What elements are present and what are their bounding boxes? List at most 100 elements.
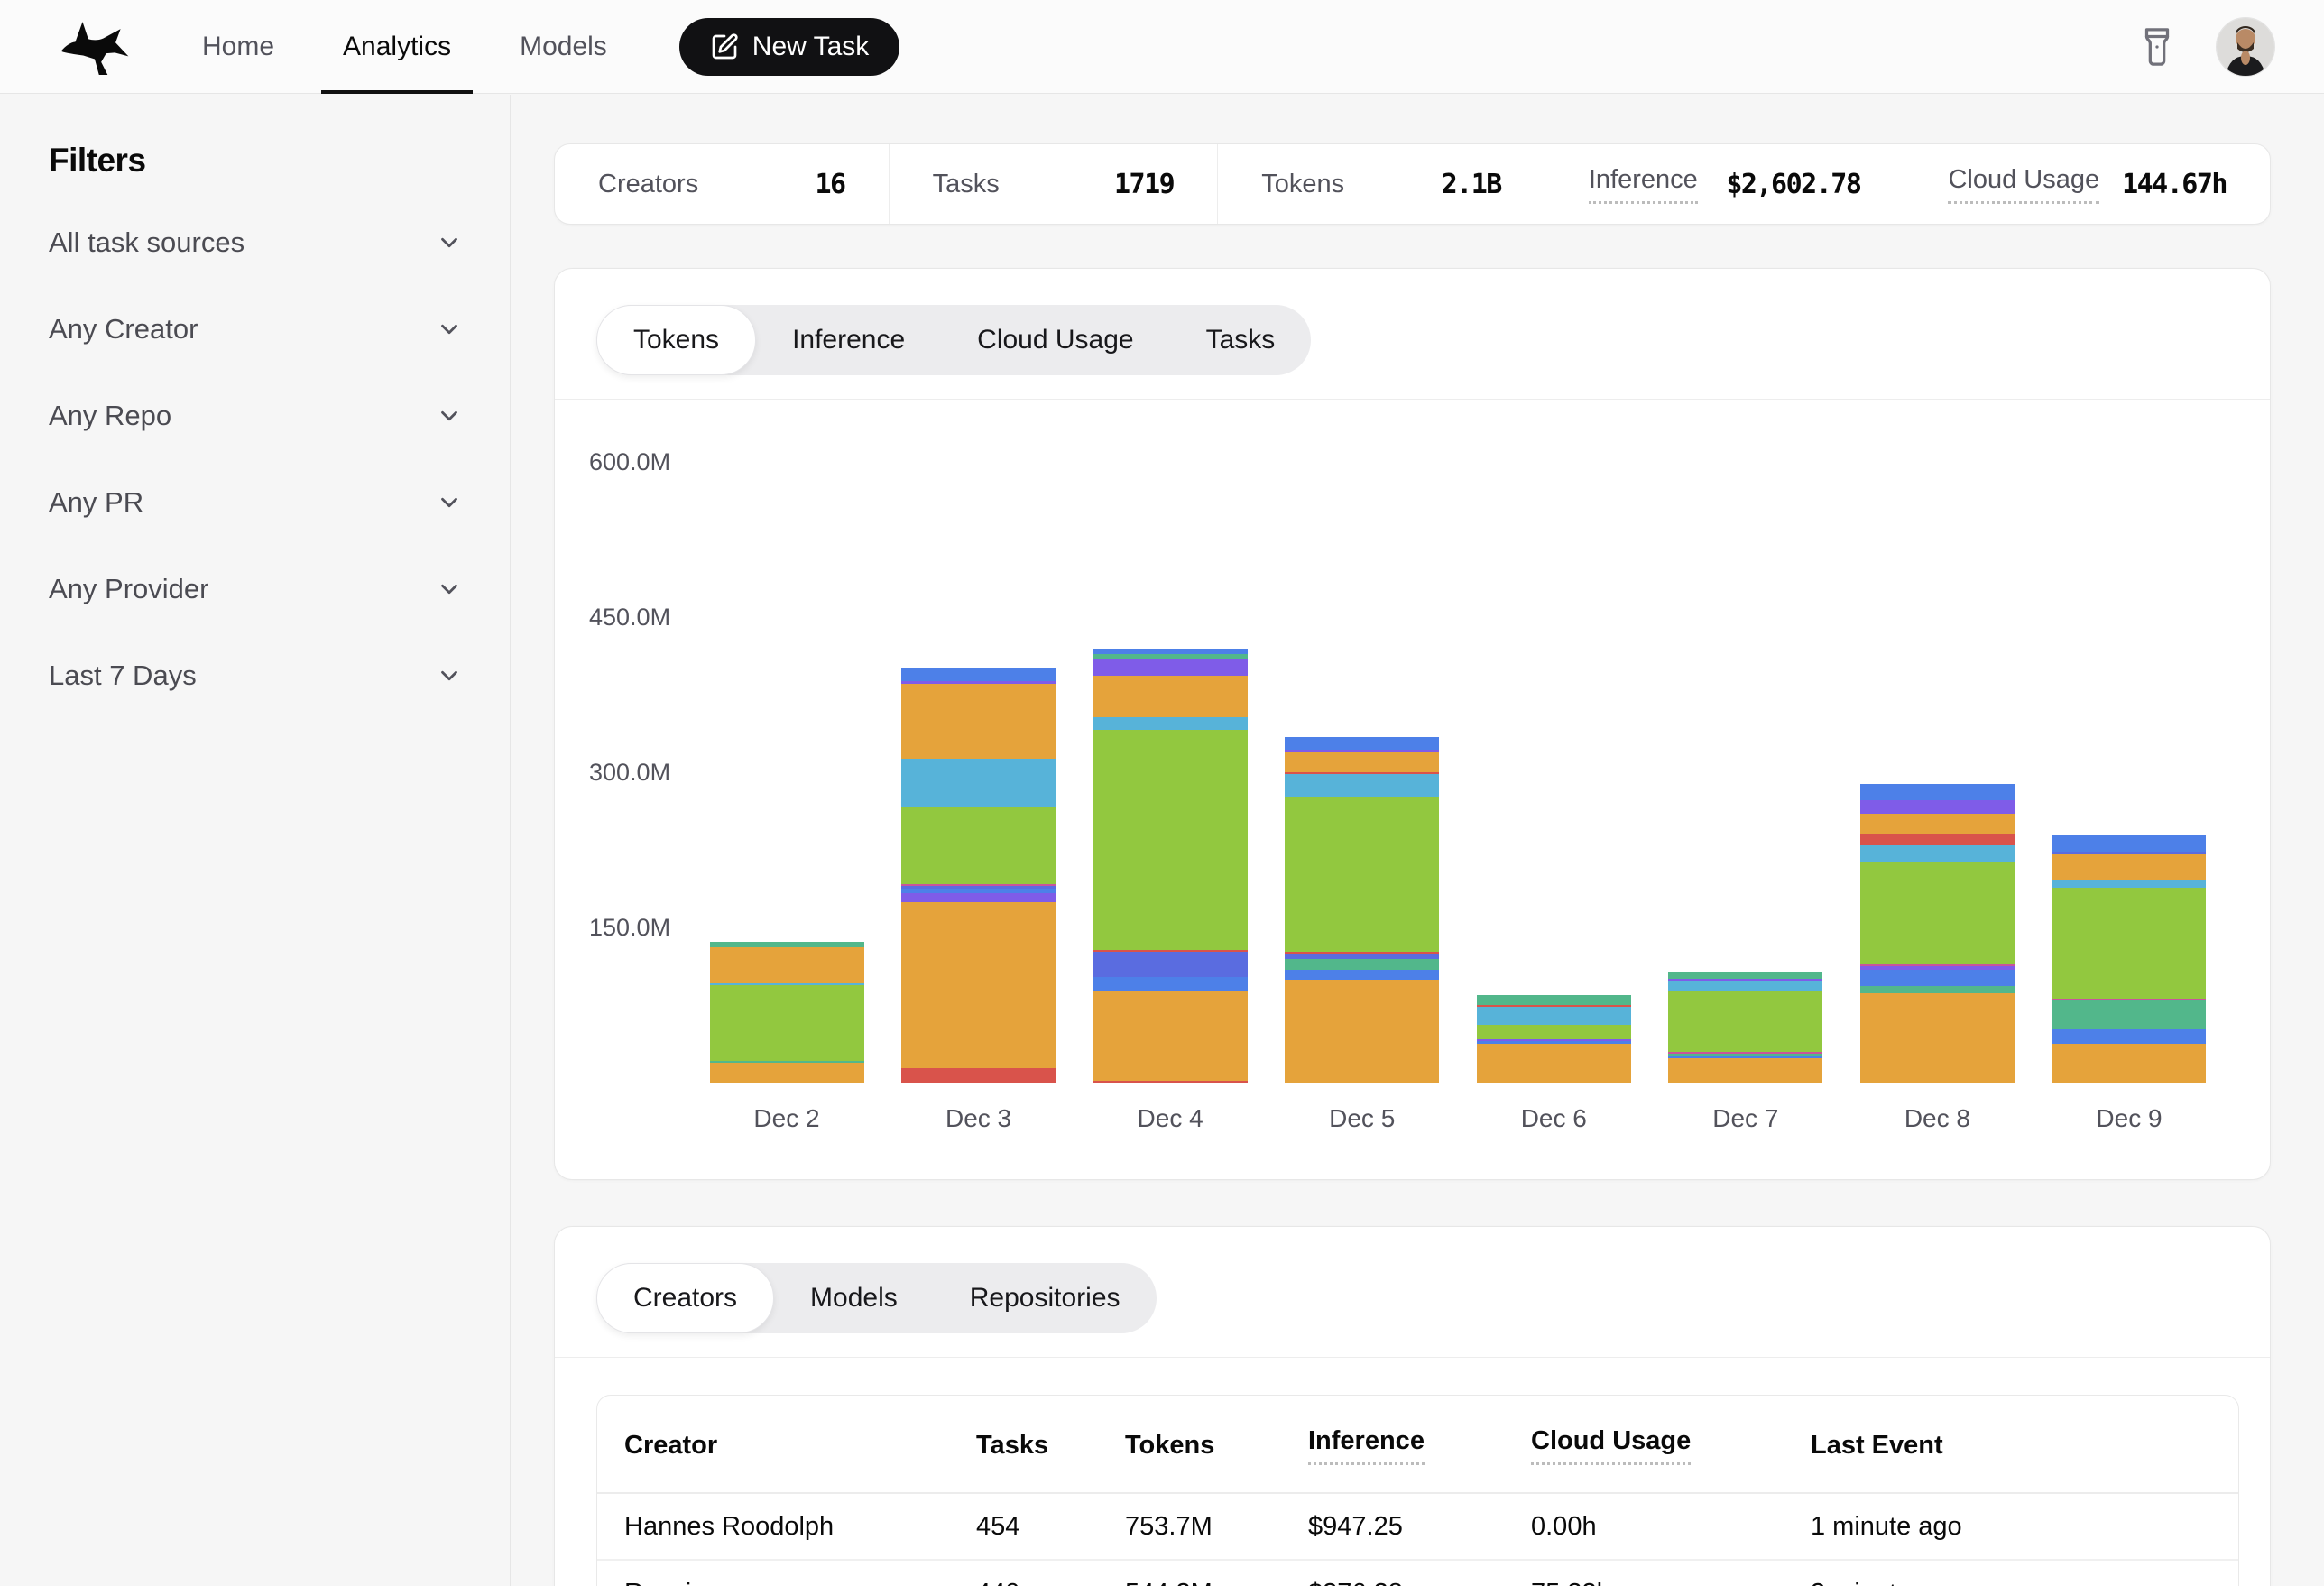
cell-last-event: 3 minutes ago <box>1811 1560 2238 1586</box>
tab-creators[interactable]: Creators <box>596 1263 774 1333</box>
bar-segment-purple[interactable] <box>901 893 1056 902</box>
bar-dec-9[interactable] <box>2052 835 2206 1083</box>
bar-segment-orange[interactable] <box>2052 1044 2206 1083</box>
x-axis-label: Dec 6 <box>1458 1104 1649 1133</box>
bar-segment-purple[interactable] <box>1860 800 2015 814</box>
stat-label[interactable]: Inference <box>1589 165 1698 204</box>
bar-segment-blue[interactable] <box>1860 970 2015 986</box>
nav-item-analytics[interactable]: Analytics <box>309 0 485 93</box>
bar-segment-green[interactable] <box>1668 991 1822 1052</box>
nav-item-home[interactable]: Home <box>168 0 309 93</box>
bar-segment-sky[interactable] <box>1093 717 1248 730</box>
bar-segment-orange[interactable] <box>1668 1058 1822 1083</box>
bar-segment-red[interactable] <box>1093 1081 1248 1083</box>
flashlight-button[interactable] <box>2136 26 2178 68</box>
bar-segment-orange[interactable] <box>1860 814 2015 834</box>
bar-segment-green[interactable] <box>710 985 864 1061</box>
stat-label[interactable]: Cloud Usage <box>1948 165 2099 204</box>
bar-segment-orange[interactable] <box>710 947 864 983</box>
bar-segment-orange[interactable] <box>710 1063 864 1083</box>
bar-dec-3[interactable] <box>901 668 1056 1083</box>
bar-segment-orange[interactable] <box>1093 991 1248 1081</box>
filter-creator[interactable]: Any Creator <box>49 286 463 373</box>
bar-dec-6[interactable] <box>1477 995 1631 1083</box>
bar-segment-blue[interactable] <box>2052 1029 2206 1044</box>
y-axis-tick: 300.0M <box>589 759 670 787</box>
bar-segment-green[interactable] <box>1285 797 1439 952</box>
table-tabs: Creators Models Repositories <box>596 1263 1157 1333</box>
bar-segment-orange[interactable] <box>901 684 1056 759</box>
bar-segment-red[interactable] <box>901 1068 1056 1083</box>
bar-dec-2[interactable] <box>710 942 864 1083</box>
tab-cloud-usage[interactable]: Cloud Usage <box>941 305 1169 375</box>
bar-segment-green[interactable] <box>901 807 1056 884</box>
filters-sidebar: Filters All task sources Any Creator Any… <box>0 95 511 1586</box>
table-row[interactable]: Hannes Roodolph 454 753.7M $947.25 0.00h… <box>597 1493 2238 1560</box>
bar-segment-teal[interactable] <box>1285 959 1439 969</box>
x-axis-label: Dec 4 <box>1074 1104 1266 1133</box>
bar-segment-green[interactable] <box>2052 888 2206 999</box>
bar-segment-green[interactable] <box>1477 1025 1631 1039</box>
x-axis-label: Dec 9 <box>2034 1104 2225 1133</box>
bar-segment-teal[interactable] <box>1668 972 1822 979</box>
bar-segment-purple[interactable] <box>1093 659 1248 676</box>
table-row[interactable]: Rooviewer 440 544.3M $376.28 75.23h 3 mi… <box>597 1560 2238 1586</box>
stat-value: 1719 <box>1114 169 1174 200</box>
filter-date-range[interactable]: Last 7 Days <box>49 632 463 719</box>
bar-segment-green[interactable] <box>1093 730 1248 950</box>
bar-segment-orange[interactable] <box>1860 993 2015 1083</box>
tab-inference[interactable]: Inference <box>756 305 941 375</box>
bar-segment-sky[interactable] <box>2052 880 2206 888</box>
bar-segment-orange[interactable] <box>901 902 1056 1067</box>
bar-segment-teal[interactable] <box>1477 995 1631 1005</box>
tab-tokens[interactable]: Tokens <box>596 305 756 375</box>
kangaroo-logo-icon[interactable] <box>58 19 132 75</box>
col-cloud-usage[interactable]: Cloud Usage <box>1531 1396 1811 1493</box>
stat-inference: Inference $2,602.78 <box>1545 144 1904 224</box>
nav-item-models[interactable]: Models <box>485 0 641 93</box>
x-axis-label: Dec 7 <box>1650 1104 1841 1133</box>
tab-repositories[interactable]: Repositories <box>934 1263 1157 1333</box>
new-task-button[interactable]: New Task <box>679 18 900 76</box>
bar-dec-4[interactable] <box>1093 649 1248 1083</box>
bar-dec-5[interactable] <box>1285 737 1439 1083</box>
bar-segment-blue[interactable] <box>1285 970 1439 980</box>
bar-segment-sky[interactable] <box>1285 774 1439 797</box>
bar-segment-blue[interactable] <box>1093 977 1248 991</box>
bar-segment-sky[interactable] <box>901 759 1056 807</box>
bar-segment-blue[interactable] <box>1860 784 2015 800</box>
tab-models[interactable]: Models <box>774 1263 934 1333</box>
bar-segment-orange[interactable] <box>1285 752 1439 772</box>
col-inference[interactable]: Inference <box>1308 1396 1531 1493</box>
bar-segment-teal[interactable] <box>1860 986 2015 993</box>
bar-segment-orange[interactable] <box>1093 676 1248 717</box>
bar-segment-sky[interactable] <box>1668 981 1822 991</box>
stat-tokens: Tokens 2.1B <box>1217 144 1545 224</box>
bar-segment-orange[interactable] <box>2052 854 2206 881</box>
bar-segment-red[interactable] <box>1860 834 2015 846</box>
bar-segment-orange[interactable] <box>1285 980 1439 1083</box>
bar-segment-sky[interactable] <box>1477 1007 1631 1024</box>
filter-task-sources[interactable]: All task sources <box>49 199 463 286</box>
bar-segment-sky[interactable] <box>1860 845 2015 862</box>
filter-pr[interactable]: Any PR <box>49 459 463 546</box>
cell-creator: Rooviewer <box>597 1560 976 1586</box>
filter-provider[interactable]: Any Provider <box>49 546 463 632</box>
bar-segment-blue[interactable] <box>901 668 1056 681</box>
bar-segment-blue[interactable] <box>2052 835 2206 852</box>
stat-value: 2.1B <box>1442 169 1501 200</box>
bar-segment-blue[interactable] <box>1285 737 1439 750</box>
filter-label: Last 7 Days <box>49 659 197 692</box>
filter-repo[interactable]: Any Repo <box>49 373 463 459</box>
x-axis-label: Dec 3 <box>883 1104 1074 1133</box>
user-avatar[interactable] <box>2216 17 2275 77</box>
tab-tasks[interactable]: Tasks <box>1170 305 1312 375</box>
bar-dec-7[interactable] <box>1668 972 1822 1083</box>
bar-segment-green[interactable] <box>1860 862 2015 965</box>
bar-segment-teal[interactable] <box>2052 1000 2206 1029</box>
bar-segment-indigo[interactable] <box>1093 952 1248 977</box>
stat-cloud-usage: Cloud Usage 144.67h <box>1904 144 2270 224</box>
bar-segment-orange[interactable] <box>1477 1044 1631 1083</box>
bar-dec-8[interactable] <box>1860 784 2015 1083</box>
cell-tokens: 753.7M <box>1125 1493 1308 1560</box>
